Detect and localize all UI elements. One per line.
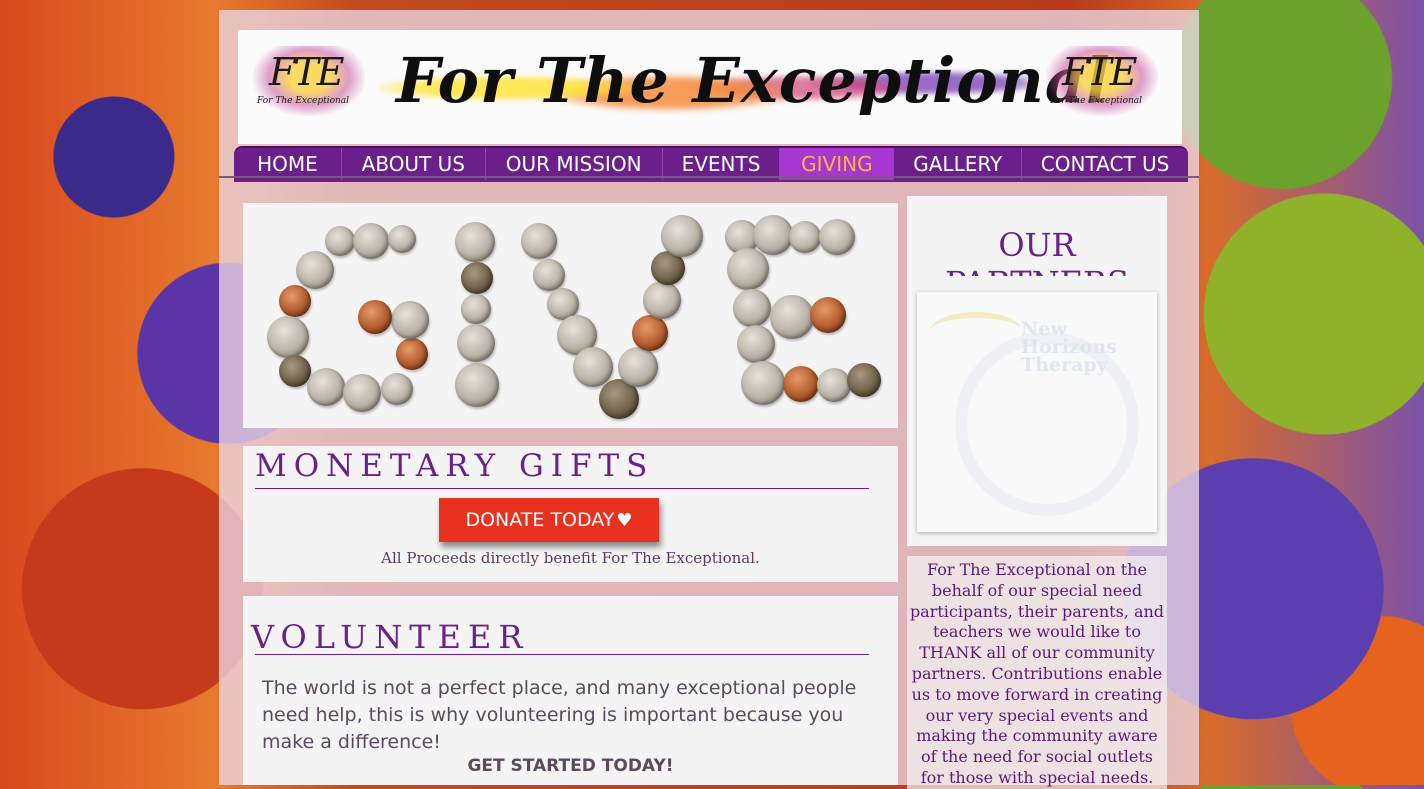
coin <box>381 373 413 405</box>
coin <box>770 295 814 339</box>
logo-subtitle: For The Exceptional <box>1050 96 1143 106</box>
coin <box>521 223 557 259</box>
fte-logo-left[interactable]: FTE For The Exceptional <box>253 46 365 116</box>
new-horizons-therapy-logo[interactable]: New Horizons Therapy <box>917 292 1157 532</box>
coin <box>618 347 658 387</box>
site-header: FTE For The Exceptional For The Exceptio… <box>238 30 1182 144</box>
logo-mark: FTE <box>269 50 344 94</box>
coin <box>810 297 846 333</box>
donate-today-button[interactable]: DONATE TODAY ♥ <box>439 498 659 542</box>
coin <box>661 215 703 257</box>
volunteer-section: VOLUNTEER The world is not a perfect pla… <box>243 596 898 785</box>
coin <box>391 301 429 339</box>
partners-sidebar: OUR PARTNERS New Horizons Therapy For Th… <box>907 196 1167 789</box>
coin <box>455 222 495 262</box>
donate-label: DONATE TODAY <box>465 509 615 531</box>
coin <box>847 363 881 397</box>
get-started-link[interactable]: GET STARTED TODAY! <box>243 756 898 776</box>
coin <box>455 363 499 407</box>
partner-logo-name: New Horizons Therapy <box>1021 318 1117 376</box>
coin <box>388 225 416 253</box>
coin <box>461 294 491 324</box>
coin <box>783 366 819 402</box>
heart-hands-icon: ♥ <box>616 510 633 531</box>
proceeds-note: All Proceeds directly benefit For The Ex… <box>381 549 760 567</box>
coin <box>753 215 793 255</box>
coin <box>727 248 769 290</box>
heading-rule <box>255 654 869 655</box>
coin <box>279 355 311 387</box>
volunteer-heading: VOLUNTEER <box>251 618 530 656</box>
coin <box>296 251 334 289</box>
monetary-gifts-heading: MONETARY GIFTS <box>255 448 655 484</box>
partners-thank-you-text: For The Exceptional on the behalf of our… <box>907 556 1167 789</box>
partner-card: New Horizons Therapy <box>907 276 1167 546</box>
logo-mark: FTE <box>1062 50 1137 94</box>
coin <box>325 226 355 256</box>
coin <box>817 368 851 402</box>
coin <box>279 285 311 317</box>
monetary-gifts-section: MONETARY GIFTS DONATE TODAY ♥ All Proceed… <box>243 446 898 582</box>
coin <box>461 262 493 294</box>
coin <box>307 368 345 406</box>
fte-logo-right[interactable]: FTE For The Exceptional <box>1046 46 1158 116</box>
nav-divider <box>219 176 1199 178</box>
partners-header: OUR PARTNERS <box>907 196 1167 302</box>
volunteer-text: The world is not a perfect place, and ma… <box>262 677 857 753</box>
coin <box>457 324 495 362</box>
logo-subtitle: For The Exceptional <box>257 96 350 106</box>
coin <box>643 281 681 319</box>
heading-rule <box>255 488 869 489</box>
coin <box>533 259 565 291</box>
coin <box>741 361 785 405</box>
coin <box>267 316 309 358</box>
coin <box>737 325 775 363</box>
coin <box>358 300 392 334</box>
give-coins-image <box>243 203 898 428</box>
coin <box>573 347 613 387</box>
coin <box>733 289 771 327</box>
coin <box>396 338 428 370</box>
coin <box>789 221 821 253</box>
coin <box>819 219 855 255</box>
coin <box>353 223 389 259</box>
coin <box>343 374 381 412</box>
coin <box>632 315 668 351</box>
site-title: For The Exceptional <box>396 44 1111 117</box>
page-container: FTE For The Exceptional For The Exceptio… <box>219 10 1199 789</box>
